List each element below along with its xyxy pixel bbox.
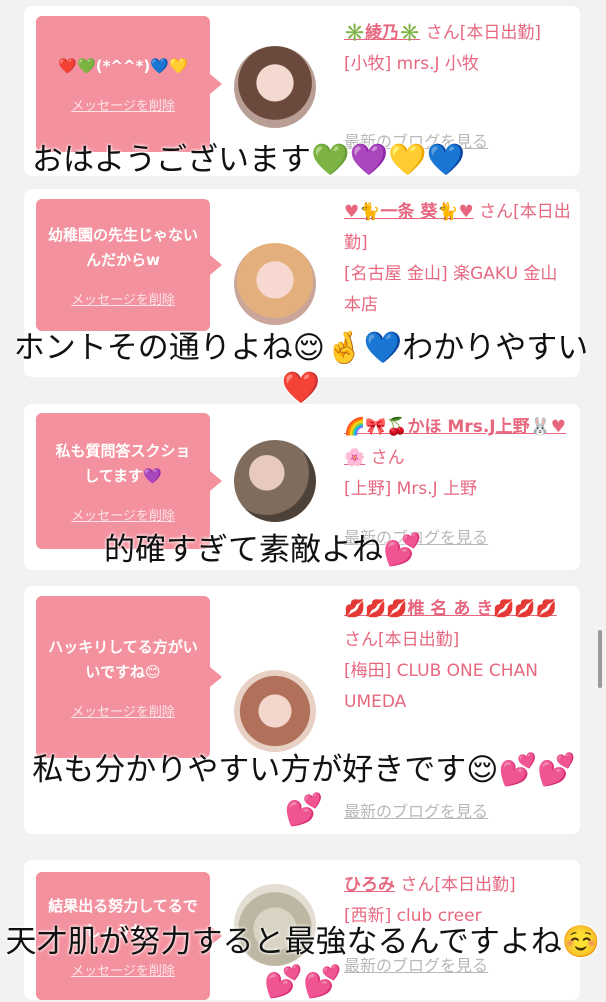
message-text: ハッキリしてる方がいいですね😊 [48,637,198,681]
avatar[interactable] [234,243,316,325]
overlay-caption: おはようございます💚💜💛💙 [32,142,466,178]
status-text: さん[本日出勤] [420,23,542,43]
message-bubble: 私も質問答スクショしてます💜 メッセージを削除 [36,413,222,549]
overlay-caption: ホントその通りよね😌🤞💙わかりやすい❤️ [13,330,589,406]
overlay-caption: 天才肌が努力すると最強なるんですよね☺️💕💕 [5,924,601,1000]
message-text: 私も質問答スクショしてます💜 [55,441,191,485]
profile-info: 💋💋💋椎 名 あ き💋💋💋 さん[本日出勤] [梅田] CLUB ONE CHA… [344,594,574,718]
profile-info: ✳️綾乃✳️ さん[本日出勤] [小牧] mrs.J 小牧 [344,18,574,80]
shop-text: [小牧] mrs.J 小牧 [344,54,479,74]
delete-message-link[interactable]: メッセージを削除 [71,289,175,308]
avatar[interactable] [234,670,316,752]
profile-info: ♥🐈一条 葵🐈♥ さん[本日出勤] [名古屋 金山] 楽GAKU 金山本店 [344,197,574,321]
shop-text: [梅田] CLUB ONE CHAN UMEDA [344,661,538,712]
delete-message-link[interactable]: メッセージを削除 [71,701,175,720]
avatar[interactable] [234,46,316,128]
message-bubble: 幼稚園の先生じゃないんだからw メッセージを削除 [36,199,222,331]
profile-name-link[interactable]: ♥🐈一条 葵🐈♥ [344,202,474,222]
message-text: 幼稚園の先生じゃないんだからw [48,225,199,269]
profile-name-link[interactable]: ひろみ [344,875,395,895]
avatar[interactable] [234,440,316,522]
status-text: さん[本日出勤] [344,630,460,650]
scrollbar[interactable] [598,630,602,688]
profile-info: 🌈🎀🍒かほ Mrs.J上野🐰♥🌸 さん [上野] Mrs.J 上野 [344,412,574,505]
status-text: さん[本日出勤] [395,875,516,895]
delete-message-link[interactable]: メッセージを削除 [71,95,175,114]
overlay-caption: 的確すぎて素敵よね💕 [104,532,422,568]
shop-text: [名古屋 金山] 楽GAKU 金山本店 [344,264,558,315]
message-text: ❤️💚(*^^*)💙💛 [58,57,188,75]
delete-message-link[interactable]: メッセージを削除 [71,505,175,524]
message-bubble: ハッキリしてる方がいいですね😊 メッセージを削除 [36,596,222,758]
profile-name-link[interactable]: 💋💋💋椎 名 あ き💋💋💋 [344,599,557,619]
message-bubble: ❤️💚(*^^*)💙💛 メッセージを削除 [36,16,222,152]
profile-name-link[interactable]: ✳️綾乃✳️ [344,23,420,43]
overlay-caption: 私も分かりやすい方が好きです😌💕💕💕 [32,752,576,828]
shop-text: [上野] Mrs.J 上野 [344,479,478,499]
status-text: さん [365,448,405,468]
